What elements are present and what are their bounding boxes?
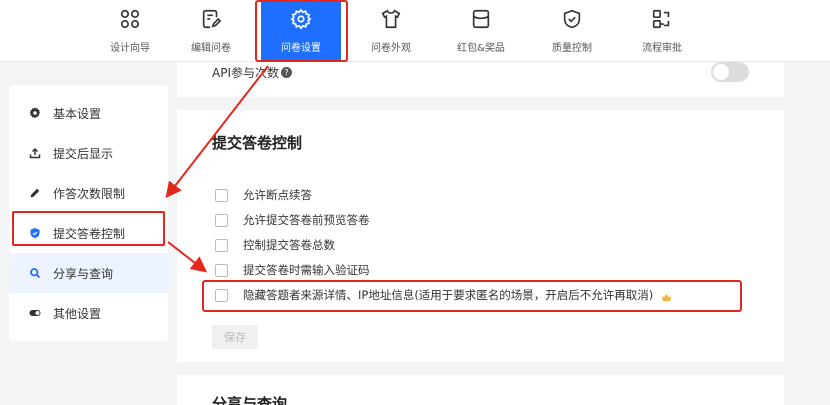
grid-icon [118, 7, 142, 31]
sidebar-item-other-settings[interactable]: 其他设置 [9, 293, 168, 333]
save-button[interactable]: 保存 [212, 325, 258, 349]
tool-red-packet-prizes[interactable]: 红包&奖品 [441, 0, 521, 62]
checkbox[interactable] [215, 238, 228, 252]
tool-label: 设计向导 [110, 43, 150, 54]
pencil-icon [29, 187, 41, 199]
tool-survey-settings[interactable]: 问卷设置 [261, 0, 341, 62]
shield-icon [29, 227, 41, 239]
tool-quality-control[interactable]: 质量控制 [532, 0, 612, 62]
option-label: 允许提交答卷前预览答卷 [243, 213, 370, 227]
checkbox[interactable] [215, 288, 228, 302]
option-require-captcha[interactable]: 提交答卷时需输入验证码 [215, 262, 370, 278]
checkbox[interactable] [215, 213, 228, 227]
tool-process-approval[interactable]: 流程审批 [622, 0, 702, 62]
option-resume-answering[interactable]: 允许断点续答 [215, 187, 312, 203]
shield-check-icon [560, 7, 584, 31]
sidebar-item-label: 作答次数限制 [53, 186, 126, 201]
flow-icon [650, 7, 674, 31]
sidebar-item-basic-settings[interactable]: 基本设置 [9, 93, 168, 133]
sidebar-item-label: 其他设置 [53, 306, 102, 321]
tool-label: 问卷设置 [281, 43, 321, 54]
checkbox[interactable] [215, 188, 228, 202]
api-participation-row: API参与次数 ? [212, 64, 292, 81]
option-label: 控制提交答卷总数 [243, 238, 335, 252]
sidebar-item-answer-limit[interactable]: 作答次数限制 [9, 173, 168, 213]
sidebar-item-label: 分享与查询 [53, 266, 114, 281]
gear-icon [289, 7, 313, 31]
edit-icon [199, 7, 223, 31]
help-icon[interactable]: ? [281, 67, 292, 78]
sidebar-item-label: 提交后显示 [53, 146, 114, 161]
option-label: 隐藏答题者来源详情、IP地址信息(适用于要求匿名的场景，开启后不允许再取消) [243, 288, 654, 302]
tool-label: 流程审批 [642, 43, 682, 54]
tool-label: 问卷外观 [371, 43, 411, 54]
top-toolbar: 设计向导 编辑问卷 问卷设置 问卷外观 红包&奖品 质量控制 流程审批 [0, 0, 830, 62]
shirt-icon [379, 7, 403, 31]
option-label: 提交答卷时需输入验证码 [243, 263, 370, 277]
option-preview-before-submit[interactable]: 允许提交答卷前预览答卷 [215, 212, 370, 228]
option-label: 允许断点续答 [243, 188, 312, 202]
envelope-icon [469, 7, 493, 31]
option-hide-respondent-source[interactable]: 隐藏答题者来源详情、IP地址信息(适用于要求匿名的场景，开启后不允许再取消) [215, 287, 672, 303]
toggle-icon [29, 307, 41, 319]
search-icon [29, 267, 41, 279]
settings-sidebar: 基本设置 提交后显示 作答次数限制 提交答卷控制 分享与查询 其他设置 [9, 85, 168, 341]
tool-design-wizard[interactable]: 设计向导 [90, 0, 170, 62]
tool-label: 红包&奖品 [457, 43, 505, 54]
api-participation-toggle[interactable] [711, 62, 749, 82]
gear-icon [29, 107, 41, 119]
option-limit-total-submissions[interactable]: 控制提交答卷总数 [215, 237, 335, 253]
tool-edit-survey[interactable]: 编辑问卷 [171, 0, 251, 62]
tool-label: 质量控制 [552, 43, 592, 54]
checkbox[interactable] [215, 263, 228, 277]
sidebar-item-label: 提交答卷控制 [53, 226, 126, 241]
sidebar-item-label: 基本设置 [53, 106, 102, 121]
section-title: 提交答卷控制 [212, 134, 303, 152]
upload-icon [29, 147, 41, 159]
api-participation-label: API参与次数 [212, 66, 279, 80]
tool-survey-appearance[interactable]: 问卷外观 [351, 0, 431, 62]
share-query-title: 分享与查询 [212, 395, 288, 405]
sidebar-item-share-query[interactable]: 分享与查询 [9, 253, 168, 293]
sidebar-item-submit-control[interactable]: 提交答卷控制 [9, 213, 168, 253]
sidebar-item-after-submit[interactable]: 提交后显示 [9, 133, 168, 173]
crown-icon [661, 291, 672, 301]
tool-label: 编辑问卷 [191, 43, 231, 54]
